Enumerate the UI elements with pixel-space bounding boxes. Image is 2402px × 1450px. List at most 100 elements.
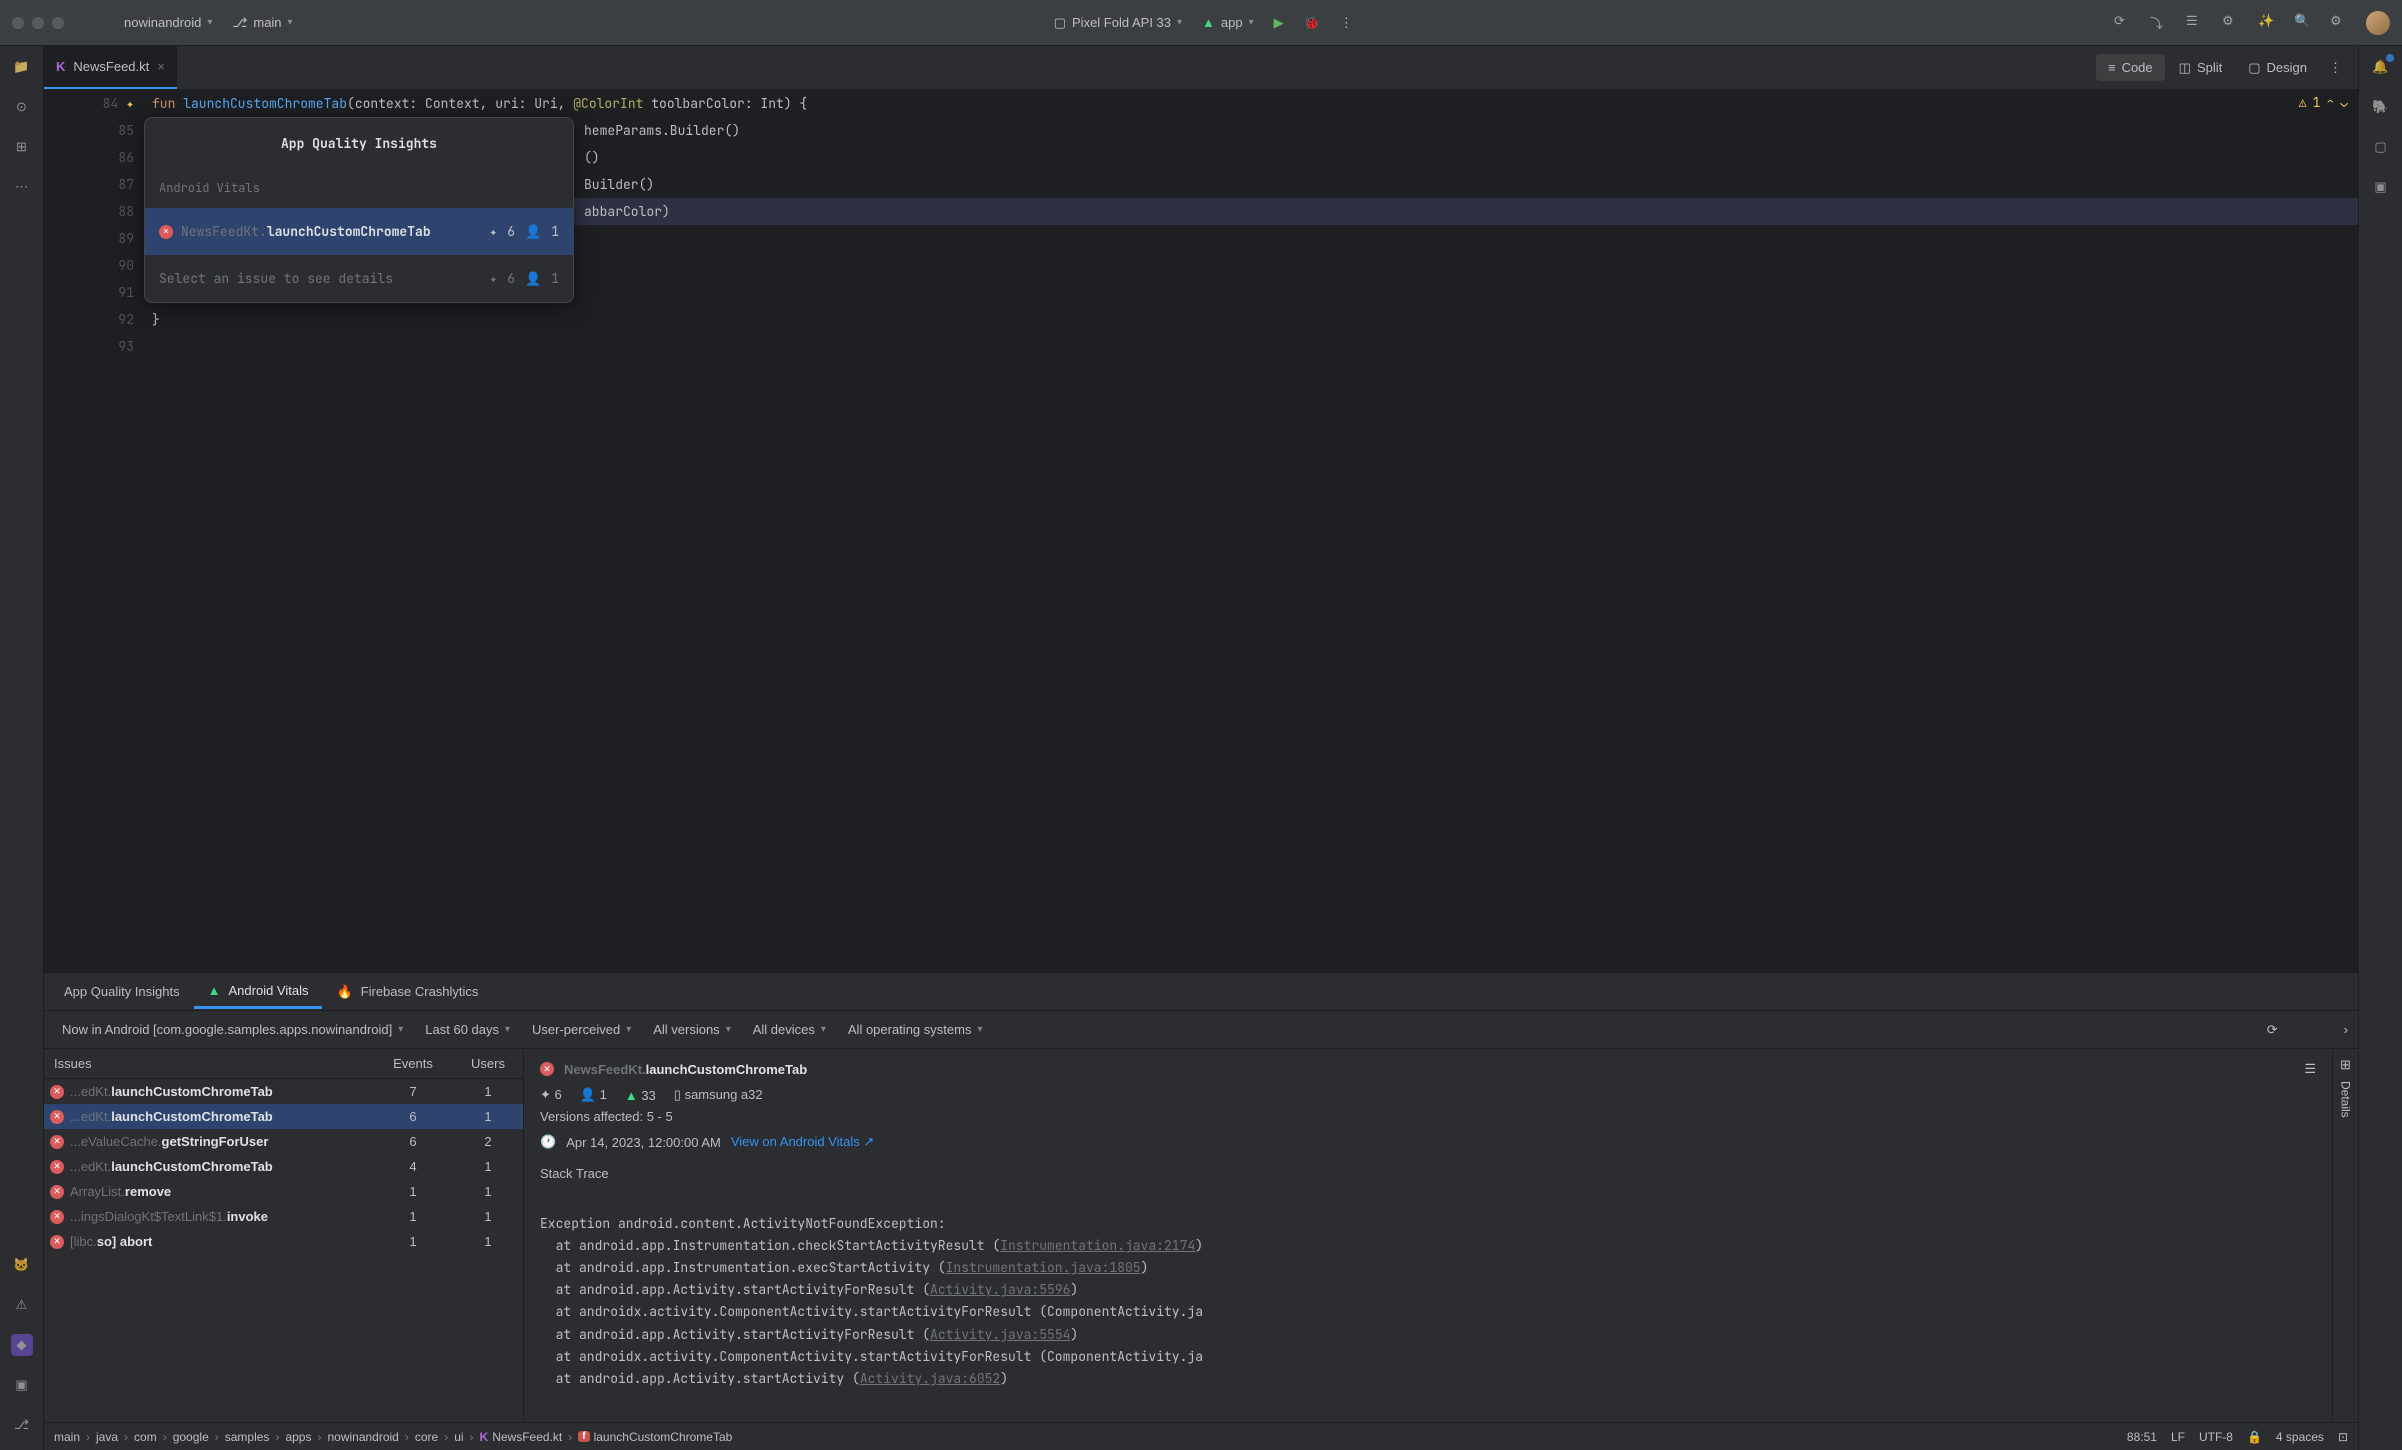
stack-link[interactable]: Instrumentation.java:1805 <box>946 1259 1141 1276</box>
stack-trace[interactable]: Exception android.content.ActivityNotFou… <box>540 1191 2316 1412</box>
memory-icon[interactable]: ⊡ <box>2338 1430 2348 1444</box>
project-tool-icon[interactable]: 📁 <box>11 56 33 78</box>
chevron-right-icon: › <box>444 1430 448 1444</box>
chevron-down-icon: ▾ <box>288 17 293 28</box>
settings-icon[interactable]: ⚙ <box>2330 13 2350 33</box>
code-content[interactable]: fun launchCustomChromeTab(context: Conte… <box>144 90 2358 972</box>
details-rail-label[interactable]: Details <box>2339 1081 2353 1118</box>
issue-row[interactable]: ✕...ingsDialogKt$TextLink$1.invoke 1 1 <box>44 1204 523 1229</box>
editor-tab-newsfeed[interactable]: K NewsFeed.kt × <box>44 46 177 89</box>
run-button[interactable]: ▶ <box>1274 15 1284 31</box>
issue-row[interactable]: ✕...edKt.launchCustomChromeTab 6 1 <box>44 1104 523 1129</box>
emulator-tool-icon[interactable]: ▣ <box>2370 176 2392 198</box>
line-separator[interactable]: LF <box>2171 1430 2185 1444</box>
task-icon[interactable]: ☰ <box>2186 13 2206 33</box>
problems-tool-icon[interactable]: ⚠ <box>11 1294 33 1316</box>
editor-more-button[interactable]: ⋮ <box>2321 60 2350 76</box>
project-selector[interactable]: nowinandroid ▾ <box>124 15 212 30</box>
popup-issue-item[interactable]: ✕ NewsFeedKt.launchCustomChromeTab ✦6 👤1 <box>145 208 573 255</box>
issue-row[interactable]: ✕...edKt.launchCustomChromeTab 4 1 <box>44 1154 523 1179</box>
close-tab-button[interactable]: × <box>157 59 165 74</box>
titlebar: nowinandroid ▾ ⎇ main ▾ ▢ Pixel Fold API… <box>0 0 2402 46</box>
tab-android-vitals[interactable]: ▲ Android Vitals <box>194 975 323 1009</box>
readonly-icon[interactable]: 🔒 <box>2247 1430 2262 1444</box>
more-tools-icon[interactable]: ⋯ <box>11 176 33 198</box>
gradle-tool-icon[interactable]: 🐘 <box>2370 96 2392 118</box>
assistant-icon[interactable]: ✨ <box>2258 13 2278 33</box>
code-editor[interactable]: ⚠ 1 ⌃ ⌄ 84✦ 85 86 87 88 89 90 91 92 93 <box>44 90 2358 972</box>
device-selector[interactable]: ▢ Pixel Fold API 33 ▾ <box>1054 15 1182 31</box>
next-button[interactable]: › <box>2344 1022 2348 1037</box>
aqi-tool-icon[interactable]: ◆ <box>11 1334 33 1356</box>
run-config-selector[interactable]: ▲ app ▾ <box>1202 15 1254 31</box>
prev-highlight-button[interactable]: ⌃ <box>2326 94 2334 111</box>
chevron-down-icon: ▾ <box>207 17 212 28</box>
versions-filter[interactable]: All versions▾ <box>645 1018 739 1041</box>
grid-icon[interactable]: ⊞ <box>2340 1057 2351 1073</box>
issue-row[interactable]: ✕ArrayList.remove 1 1 <box>44 1179 523 1204</box>
issues-list: Issues Events Users ✕...edKt.launchCusto… <box>44 1049 524 1422</box>
view-on-vitals-link[interactable]: View on Android Vitals ↗ <box>731 1134 874 1150</box>
terminal-tool-icon[interactable]: ▣ <box>11 1374 33 1396</box>
stack-link[interactable]: Activity.java:5554 <box>930 1326 1070 1343</box>
breadcrumb-seg[interactable]: ui <box>454 1430 463 1444</box>
device-icon: ▯ <box>674 1087 681 1102</box>
stack-link[interactable]: Activity.java:5596 <box>930 1281 1070 1298</box>
breadcrumb-seg[interactable]: K NewsFeed.kt <box>480 1430 563 1444</box>
header-issues[interactable]: Issues <box>44 1056 373 1071</box>
breadcrumb-seg[interactable]: core <box>415 1430 438 1444</box>
more-actions-button[interactable]: ⋮ <box>1340 15 1353 31</box>
issue-row[interactable]: ✕[libc.so] abort 1 1 <box>44 1229 523 1254</box>
logcat-tool-icon[interactable]: 🐱 <box>11 1254 33 1276</box>
notifications-icon[interactable]: 🔔 <box>2370 56 2392 78</box>
indent-setting[interactable]: 4 spaces <box>2276 1430 2324 1444</box>
table-view-button[interactable]: ☰ <box>2304 1061 2316 1077</box>
next-highlight-button[interactable]: ⌄ <box>2340 94 2348 111</box>
device-manager-icon[interactable]: ▢ <box>2370 136 2392 158</box>
version-control-tool-icon[interactable]: ⎇ <box>11 1414 33 1436</box>
user-avatar[interactable] <box>2366 11 2390 35</box>
error-icon: ✕ <box>50 1085 64 1099</box>
breadcrumb-seg[interactable]: samples <box>225 1430 270 1444</box>
issue-row[interactable]: ✕...eValueCache.getStringForUser 6 2 <box>44 1129 523 1154</box>
stack-link[interactable]: Instrumentation.java:2174 <box>1000 1237 1195 1254</box>
cursor-position[interactable]: 88:51 <box>2127 1430 2157 1444</box>
debug-button[interactable]: 🐞 <box>1304 15 1320 31</box>
minimize-window-button[interactable] <box>32 17 44 29</box>
branch-selector[interactable]: ⎇ main ▾ <box>232 15 292 31</box>
stack-link[interactable]: Activity.java:6052 <box>860 1370 1000 1387</box>
maximize-window-button[interactable] <box>52 17 64 29</box>
resource-tool-icon[interactable]: ⊞ <box>11 136 33 158</box>
error-icon: ✕ <box>50 1185 64 1199</box>
breadcrumb-seg[interactable]: java <box>96 1430 118 1444</box>
file-encoding[interactable]: UTF-8 <box>2199 1430 2233 1444</box>
inspection-widget[interactable]: ⚠ 1 ⌃ ⌄ <box>2299 94 2348 111</box>
breadcrumb-seg[interactable]: nowinandroid <box>327 1430 398 1444</box>
update-icon[interactable]: ⟳ <box>2114 13 2134 33</box>
breadcrumb-seg[interactable]: google <box>173 1430 209 1444</box>
split-view-button[interactable]: ◫ Split <box>2167 54 2235 82</box>
commit-tool-icon[interactable]: ⊙ <box>11 96 33 118</box>
profiler-icon[interactable]: ⚙ <box>2222 13 2242 33</box>
time-filter[interactable]: Last 60 days▾ <box>417 1018 518 1041</box>
breadcrumb-seg[interactable]: com <box>134 1430 157 1444</box>
devices-filter[interactable]: All devices▾ <box>745 1018 834 1041</box>
code-view-button[interactable]: ≡ Code <box>2096 54 2165 81</box>
breadcrumb-seg[interactable]: apps <box>285 1430 311 1444</box>
perception-filter[interactable]: User-perceived▾ <box>524 1018 639 1041</box>
header-events[interactable]: Events <box>373 1056 453 1071</box>
breadcrumb-seg[interactable]: f launchCustomChromeTab <box>578 1430 732 1444</box>
tab-crashlytics[interactable]: 🔥 Firebase Crashlytics <box>322 976 492 1008</box>
sync-icon[interactable]: ⤵ <box>2150 13 2170 33</box>
issue-row[interactable]: ✕...edKt.launchCustomChromeTab 7 1 <box>44 1079 523 1104</box>
os-filter[interactable]: All operating systems▾ <box>840 1018 991 1041</box>
design-view-button[interactable]: ▢ Design <box>2236 54 2319 82</box>
search-icon[interactable]: 🔍 <box>2294 13 2314 33</box>
refresh-button[interactable]: ⟳ <box>2267 1022 2278 1038</box>
close-window-button[interactable] <box>12 17 24 29</box>
app-filter[interactable]: Now in Android [com.google.samples.apps.… <box>54 1018 411 1041</box>
crash-gutter-icon[interactable]: ✦ <box>126 90 134 117</box>
breadcrumb-seg[interactable]: main <box>54 1430 80 1444</box>
tab-aqi[interactable]: App Quality Insights <box>50 976 194 1007</box>
header-users[interactable]: Users <box>453 1056 523 1071</box>
